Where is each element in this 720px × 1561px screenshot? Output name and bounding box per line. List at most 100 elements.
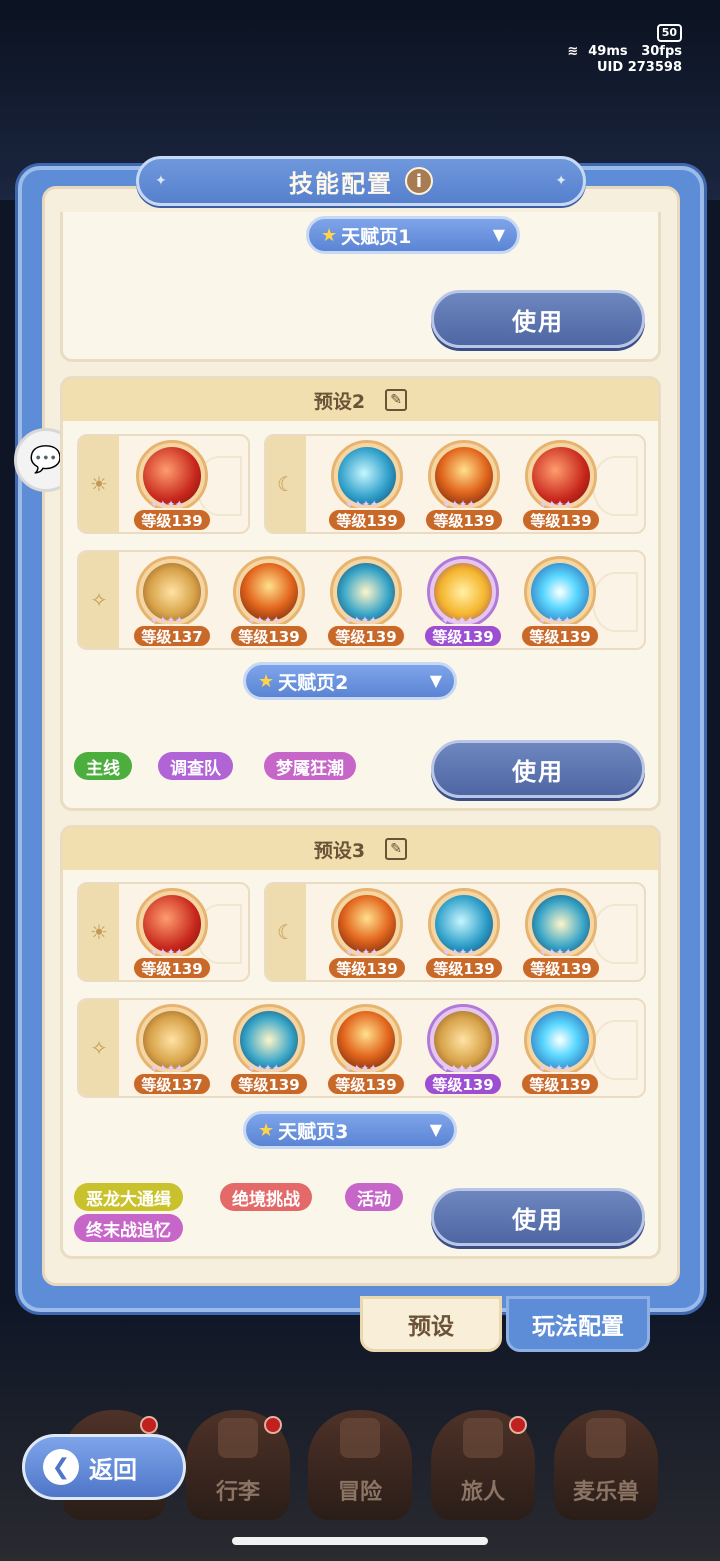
skill-slot[interactable]: ✦✦✦✦ 等级139 — [229, 554, 309, 650]
skill-art-icon — [435, 895, 493, 953]
skill-level-badge: 等级139 — [424, 956, 504, 980]
talent-dropdown-label: 天赋页3 — [278, 1120, 349, 1143]
skill-level-badge: 等级139 — [326, 1072, 406, 1096]
sparkle-icon: ✦ — [555, 173, 567, 189]
wifi-icon: ≋ — [567, 44, 579, 59]
sparkle-icon: ✧ — [79, 552, 119, 648]
skill-level-badge: 等级139 — [326, 624, 406, 648]
skill-slot[interactable]: ✦✦✦✦ 等级137 — [132, 1002, 212, 1098]
use-button-2[interactable]: 使用 — [431, 740, 645, 798]
chevron-down-icon: ▼ — [429, 671, 442, 690]
tab-preset[interactable]: 预设 — [360, 1296, 502, 1352]
skill-art-icon — [143, 447, 201, 505]
uid-value: 273598 — [627, 60, 682, 75]
sparkle-icon: ✧ — [79, 1000, 119, 1096]
skill-slot[interactable]: ✦✦✦✦ 等级139 — [423, 554, 503, 650]
talent-dropdown-3[interactable]: ★ 天赋页3 ▼ — [243, 1111, 457, 1149]
skill-art-icon — [143, 895, 201, 953]
skill-level-badge: 等级139 — [423, 1072, 503, 1096]
back-button[interactable]: ❮ 返回 — [22, 1434, 186, 1500]
panel-title: 技能配置 — [289, 169, 393, 198]
skill-slot[interactable]: ✦✦✦✦ 等级139 — [327, 886, 407, 982]
skill-slot[interactable]: ✦✦✦✦ 等级139 — [423, 1002, 503, 1098]
skill-level-badge: 等级139 — [132, 956, 212, 980]
preset-name: 预设2 — [313, 390, 366, 413]
skill-slot[interactable]: ✦✦✦✦ 等级139 — [132, 438, 212, 534]
skill-level-badge: 等级139 — [520, 1072, 600, 1096]
nav-item-pets[interactable]: 麦乐兽 — [554, 1410, 658, 1520]
star-icon: ★ — [258, 670, 275, 692]
sparkle-icon: ✦ — [155, 173, 167, 189]
preset-header: 预设3 ✎ — [63, 828, 658, 870]
skill-level-badge: 等级139 — [132, 508, 212, 532]
skill-art-icon — [532, 895, 590, 953]
sun-icon: ☀ — [79, 884, 119, 980]
skill-art-icon — [531, 563, 589, 621]
skill-slot[interactable]: ✦✦✦✦ 等级139 — [521, 886, 601, 982]
skill-slot[interactable]: ✦✦✦✦ 等级139 — [326, 1002, 406, 1098]
skill-slot[interactable]: ✦✦✦✦ 等级139 — [521, 438, 601, 534]
nav-item-luggage[interactable]: 行李 — [186, 1410, 290, 1520]
skill-art-icon — [338, 447, 396, 505]
skill-slot[interactable]: ✦✦✦✦ 等级139 — [424, 438, 504, 534]
use-button-3[interactable]: 使用 — [431, 1188, 645, 1246]
skill-level-badge: 等级139 — [229, 624, 309, 648]
skill-level-badge: 等级139 — [327, 956, 407, 980]
mode-tag: 活动 — [345, 1183, 403, 1211]
skill-level-badge: 等级137 — [132, 624, 212, 648]
moon-icon: ☾ — [266, 884, 306, 980]
back-label: 返回 — [89, 1455, 137, 1484]
chevron-down-icon: ▼ — [429, 1120, 442, 1139]
back-arrow-icon: ❮ — [43, 1449, 79, 1485]
nav-label: 行李 — [215, 1480, 260, 1505]
home-indicator — [232, 1537, 488, 1545]
preset-header: 预设2 ✎ — [63, 379, 658, 421]
skill-slot[interactable]: ✦✦✦✦ 等级139 — [326, 554, 406, 650]
notification-dot — [509, 1416, 527, 1434]
tab-gameplay-config[interactable]: 玩法配置 — [506, 1296, 650, 1352]
sun-icon: ☀ — [79, 436, 119, 532]
mode-tag: 恶龙大通缉 — [74, 1183, 183, 1211]
skill-level-badge: 等级139 — [327, 508, 407, 532]
skill-art-icon — [434, 563, 492, 621]
nav-item-traveler[interactable]: 旅人 — [431, 1410, 535, 1520]
fox-icon — [586, 1418, 626, 1458]
edit-icon[interactable]: ✎ — [385, 389, 408, 411]
battery-indicator: 50 — [656, 24, 682, 42]
skill-slot[interactable]: ✦✦✦✦ 等级139 — [132, 886, 212, 982]
luggage-icon — [218, 1418, 258, 1458]
mode-tag: 调查队 — [158, 752, 233, 780]
notification-dot — [264, 1416, 282, 1434]
skill-art-icon — [338, 895, 396, 953]
skill-art-icon — [337, 563, 395, 621]
skill-art-icon — [434, 1011, 492, 1069]
nav-label: 麦乐兽 — [572, 1480, 639, 1505]
skill-slot[interactable]: ✦✦✦✦ 等级139 — [424, 886, 504, 982]
preset-name: 预设3 — [313, 839, 366, 862]
skill-level-badge: 等级137 — [132, 1072, 212, 1096]
uid-label: UID — [597, 60, 624, 75]
panel-title-bar: ✦ 技能配置 i ✦ — [136, 156, 586, 206]
mode-tag: 绝境挑战 — [220, 1183, 312, 1211]
skill-art-icon — [435, 447, 493, 505]
use-button-1[interactable]: 使用 — [431, 290, 645, 348]
nav-item-adventure[interactable]: 冒险 — [308, 1410, 412, 1520]
skill-art-icon — [337, 1011, 395, 1069]
skill-level-badge: 等级139 — [520, 624, 600, 648]
skill-slot[interactable]: ✦✦✦✦ 等级139 — [520, 1002, 600, 1098]
skill-slot[interactable]: ✦✦✦✦ 等级139 — [520, 554, 600, 650]
skill-slot[interactable]: ✦✦✦✦ 等级137 — [132, 554, 212, 650]
skill-slot[interactable]: ✦✦✦✦ 等级139 — [327, 438, 407, 534]
edit-icon[interactable]: ✎ — [385, 838, 408, 860]
skill-art-icon — [143, 1011, 201, 1069]
mode-tag: 主线 — [74, 752, 132, 780]
skill-level-badge: 等级139 — [423, 624, 503, 648]
skill-art-icon — [531, 1011, 589, 1069]
talent-dropdown-1[interactable]: ★ 天赋页1 ▼ — [306, 216, 520, 254]
talent-dropdown-2[interactable]: ★ 天赋页2 ▼ — [243, 662, 457, 700]
skill-slot[interactable]: ✦✦✦✦ 等级139 — [229, 1002, 309, 1098]
talent-dropdown-label: 天赋页1 — [341, 225, 412, 248]
info-icon[interactable]: i — [405, 167, 433, 195]
skill-level-badge: 等级139 — [521, 956, 601, 980]
star-icon: ★ — [321, 224, 338, 246]
